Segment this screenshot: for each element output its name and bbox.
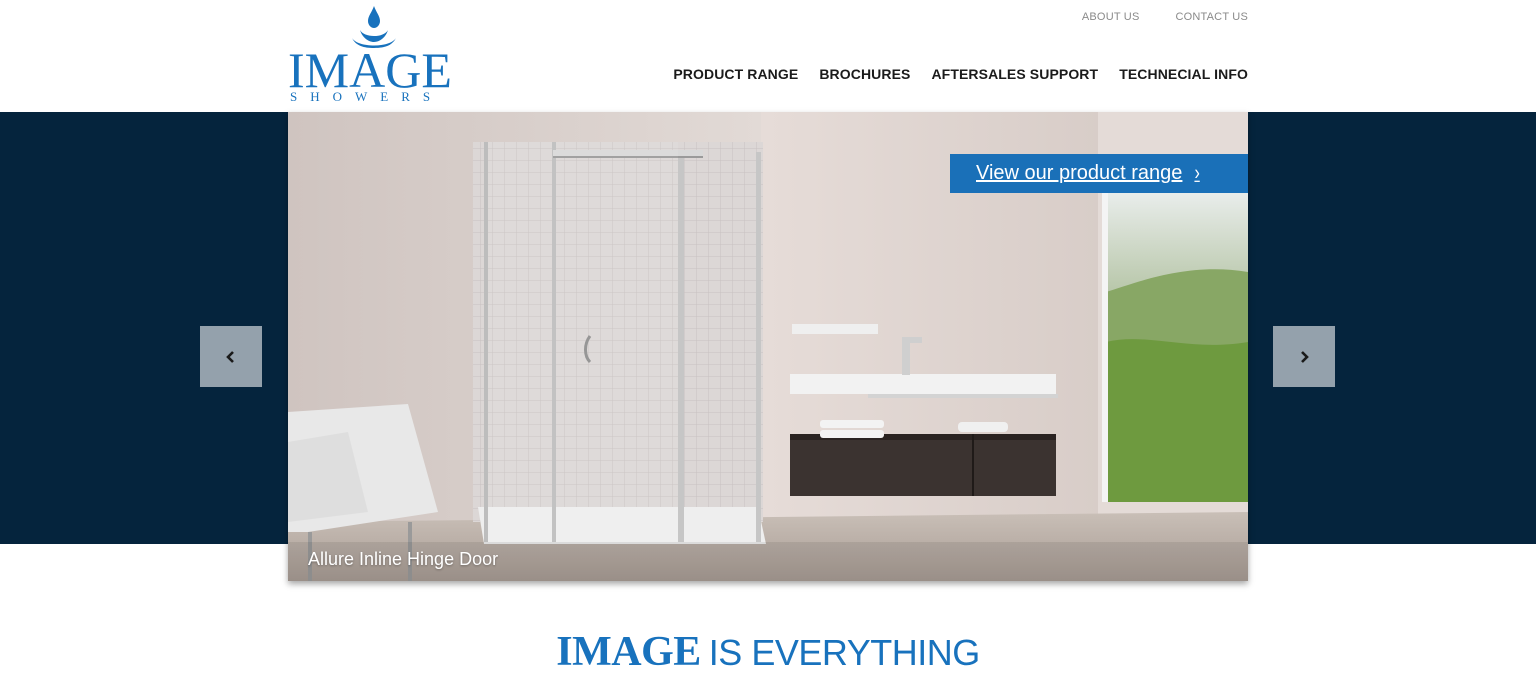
logo-wordmark: IMAGE	[288, 42, 452, 98]
site-header: IMAGE SHOWERS ABOUT US CONTACT US PRODUC…	[0, 0, 1536, 112]
hero-slider: View our product range › Allure Inline H…	[288, 112, 1248, 581]
utility-nav: ABOUT US CONTACT US	[1082, 11, 1248, 23]
nav-brochures[interactable]: BROCHURES	[819, 66, 910, 82]
slider-next-button[interactable]	[1273, 326, 1335, 387]
site-logo[interactable]: IMAGE SHOWERS	[288, 4, 458, 106]
tagline: IMAGE IS EVERYTHING	[0, 628, 1536, 676]
chevron-left-icon	[226, 350, 234, 363]
nav-contact-us[interactable]: CONTACT US	[1176, 11, 1249, 23]
main-nav: PRODUCT RANGE BROCHURES AFTERSALES SUPPO…	[673, 66, 1248, 82]
nav-product-range[interactable]: PRODUCT RANGE	[673, 66, 798, 82]
nav-aftersales-support[interactable]: AFTERSALES SUPPORT	[931, 66, 1098, 82]
tagline-brand: IMAGE	[556, 629, 701, 675]
slide-caption: Allure Inline Hinge Door	[308, 549, 499, 569]
logo-subtitle: SHOWERS	[290, 89, 444, 104]
slider-prev-button[interactable]	[200, 326, 262, 387]
nav-about-us[interactable]: ABOUT US	[1082, 11, 1140, 23]
chevron-right-icon: ›	[1194, 162, 1200, 185]
nav-technical-info[interactable]: TECHNECIAL INFO	[1119, 66, 1248, 82]
view-product-range-button[interactable]: View our product range ›	[950, 154, 1248, 193]
cta-label: View our product range	[976, 162, 1183, 184]
chevron-right-icon	[1301, 350, 1309, 363]
tagline-text: IS EVERYTHING	[708, 632, 980, 673]
